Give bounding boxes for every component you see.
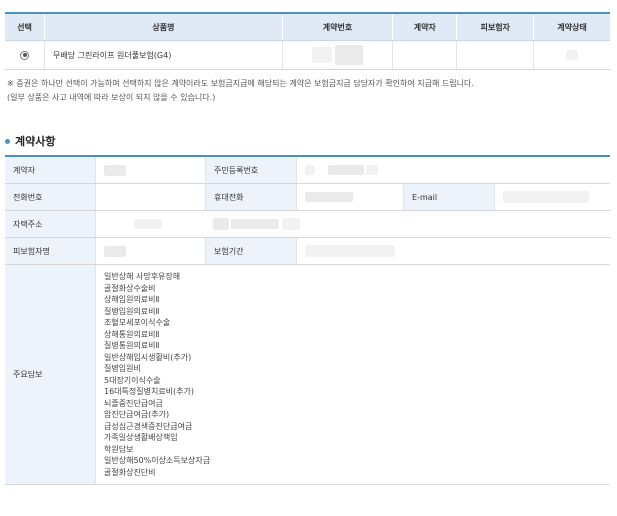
phone-value (95, 183, 206, 211)
masked-value (503, 191, 589, 203)
contract-details-table: 계약자 주민등록번호 전화번호 휴대전화 E-mail 자택주소 피보험자명 보… (5, 155, 610, 485)
notice: ※ 증권은 하나만 선택이 가능하며 선택하지 않은 계약이라도 보험금지급에 … (7, 77, 474, 105)
contractor-label: 계약자 (5, 156, 96, 184)
list-item: 상해입원의료비Ⅱ (104, 295, 160, 304)
address-label: 자택주소 (5, 210, 96, 238)
list-item: 조혈모세포이식수술 (104, 318, 171, 327)
mobile-label: 휴대전화 (205, 183, 297, 211)
masked-value (281, 218, 300, 230)
contractor-cell (392, 40, 458, 70)
masked-value (312, 47, 333, 63)
masked-value (366, 165, 379, 175)
list-item: 가족일상생활배상책임 (104, 433, 178, 442)
insured-value (95, 237, 206, 265)
list-item: 질병입원비 (104, 364, 141, 373)
masked-value (305, 165, 315, 175)
mobile-value (296, 183, 404, 211)
email-label: E-mail (403, 183, 495, 211)
status-cell (533, 40, 610, 70)
col-header-insured: 피보험자 (456, 13, 535, 41)
contract-no-cell (282, 40, 394, 70)
list-item: 급성심근경색증진단급여금 (104, 421, 193, 431)
period-value (296, 237, 610, 265)
detail-row-insured: 피보험자명 보험기간 (5, 237, 610, 265)
masked-value (305, 192, 353, 202)
list-item: 질병입원의료비Ⅱ (104, 306, 160, 316)
coverage-label: 주요담보 (5, 264, 96, 485)
select-cell[interactable] (5, 40, 46, 70)
section-title: 계약사항 (5, 133, 55, 149)
col-header-contract-no: 계약번호 (282, 13, 394, 41)
product-table: 선택 상품명 계약번호 계약자 피보험자 계약상태 무배당 그린라이프 원더풀보… (5, 12, 610, 70)
masked-value (327, 165, 364, 175)
detail-row-address: 자택주소 (5, 210, 610, 238)
masked-value (566, 50, 579, 60)
masked-value (134, 219, 162, 229)
resident-no-label: 주민등록번호 (205, 156, 297, 184)
bullet-icon (5, 138, 10, 144)
period-label: 보험기간 (205, 237, 297, 265)
phone-label: 전화번호 (5, 183, 96, 211)
list-item: 일반상해50%이상소득보상자금 (104, 456, 211, 465)
list-item: 뇌졸중진단급여금 (104, 398, 163, 408)
col-header-select: 선택 (5, 13, 46, 41)
list-item: 5대장기이식수술 (104, 375, 161, 385)
list-item: 학원담보 (104, 444, 134, 454)
list-item: 일반상해입시생활비(추가) (104, 352, 192, 362)
col-header-product-name: 상품명 (44, 13, 283, 41)
address-value (95, 210, 610, 238)
list-item: 암진단급여금(추가) (104, 410, 170, 419)
list-item: 골절화상진단비 (104, 467, 156, 477)
masked-value (231, 219, 280, 229)
product-name: 무배당 그린라이프 원더풀보험(G4) (44, 40, 283, 70)
list-item: 골절화상수술비 (104, 283, 156, 293)
masked-value (104, 164, 126, 176)
detail-row-contractor: 계약자 주민등록번호 (5, 156, 610, 184)
list-item: 질병통원의료비Ⅱ (104, 341, 160, 350)
list-item: 상해통원의료비Ⅱ (104, 329, 160, 339)
coverage-list: 일반상해 사망후유장해 골절화상수술비 상해입원의료비Ⅱ 질병입원의료비Ⅱ 조혈… (95, 264, 610, 485)
masked-value (334, 45, 363, 65)
contractor-value (95, 156, 206, 184)
email-value (494, 183, 610, 211)
col-header-contract-status: 계약상태 (533, 13, 610, 41)
list-item: 일반상해 사망후유장해 (104, 272, 181, 281)
col-header-contractor: 계약자 (392, 13, 458, 41)
insured-label: 피보험자명 (5, 237, 96, 265)
radio-button[interactable] (20, 50, 30, 60)
masked-value (212, 218, 229, 230)
detail-row-phone: 전화번호 휴대전화 E-mail (5, 183, 610, 211)
notice-line-2: (일부 상품은 사고 내역에 따라 보상이 되지 않을 수 있습니다.) (7, 93, 216, 102)
insured-cell (456, 40, 535, 70)
detail-row-coverage: 주요담보 일반상해 사망후유장해 골절화상수술비 상해입원의료비Ⅱ 질병입원의료… (5, 264, 610, 485)
product-table-header: 선택 상품명 계약번호 계약자 피보험자 계약상태 (5, 13, 610, 41)
masked-value (104, 245, 126, 257)
table-row[interactable]: 무배당 그린라이프 원더풀보험(G4) (5, 40, 610, 70)
resident-no-value (296, 156, 610, 184)
masked-value (305, 245, 395, 257)
notice-line-1: ※ 증권은 하나만 선택이 가능하며 선택하지 않은 계약이라도 보험금지급에 … (7, 79, 474, 88)
list-item: 16대특정질병치료비(추가) (104, 387, 195, 396)
